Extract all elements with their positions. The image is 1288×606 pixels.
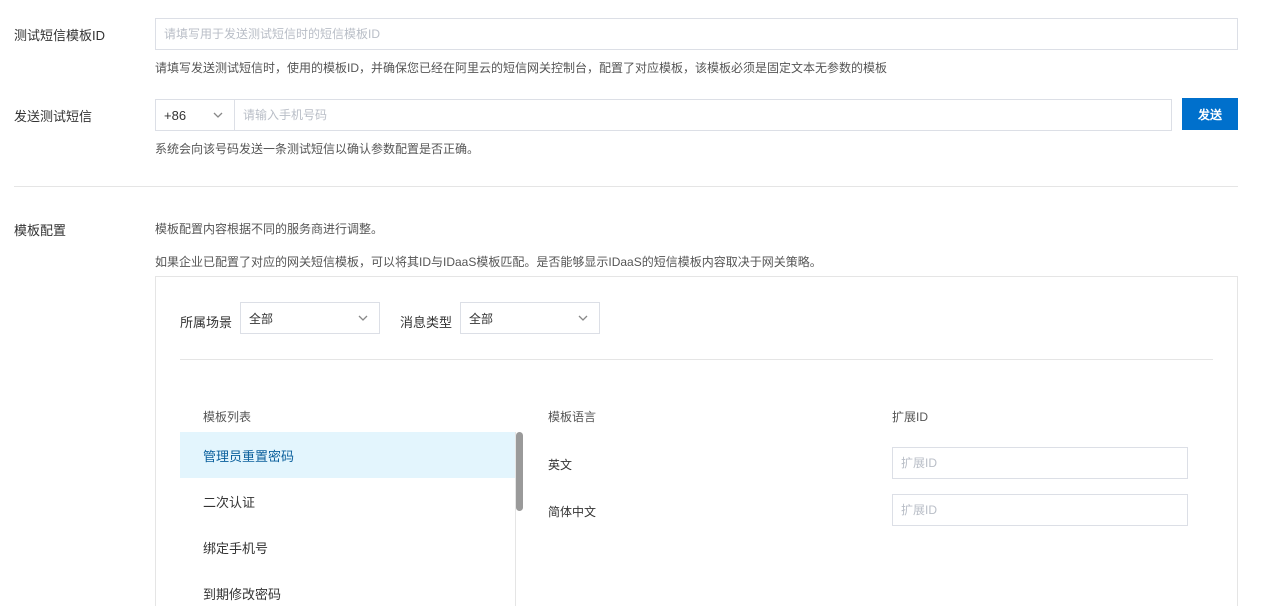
ext-id-header: 扩展ID: [892, 410, 929, 424]
template-config-desc-2: 如果企业已配置了对应的网关短信模板，可以将其ID与IDaaS模板匹配。是否能够显…: [155, 255, 822, 269]
template-config-label: 模板配置: [14, 223, 67, 238]
template-config-desc-1: 模板配置内容根据不同的服务商进行调整。: [155, 222, 384, 236]
ext-id-input-chinese[interactable]: [892, 494, 1188, 526]
chevron-down-icon: [357, 312, 369, 324]
test-template-id-input[interactable]: [155, 18, 1238, 50]
phone-number-input[interactable]: [234, 99, 1172, 131]
scene-filter-label: 所属场景: [180, 315, 233, 330]
list-item-label: 管理员重置密码: [203, 448, 295, 464]
type-filter-select[interactable]: 全部: [460, 302, 600, 334]
list-scrollbar[interactable]: [516, 432, 523, 511]
send-test-help: 系统会向该号码发送一条测试短信以确认参数配置是否正确。: [155, 142, 480, 156]
template-item-admin-reset-password[interactable]: 管理员重置密码: [180, 432, 516, 478]
country-code-value: +86: [164, 107, 187, 123]
template-item-bind-phone[interactable]: 绑定手机号: [180, 524, 516, 570]
template-language-header: 模板语言: [548, 410, 597, 424]
section-divider: [14, 186, 1238, 187]
template-item-expire-change-password[interactable]: 到期修改密码: [180, 570, 516, 606]
filter-divider: [180, 359, 1213, 360]
type-filter-label: 消息类型: [400, 315, 453, 330]
template-list-header: 模板列表: [203, 410, 252, 424]
list-item-label: 二次认证: [203, 494, 256, 510]
country-code-select[interactable]: +86: [155, 99, 235, 131]
language-chinese-label: 简体中文: [548, 505, 597, 519]
test-template-label: 测试短信模板ID: [14, 28, 106, 43]
type-filter-value: 全部: [469, 311, 494, 326]
chevron-down-icon: [577, 312, 589, 324]
scene-filter-value: 全部: [249, 311, 274, 326]
list-item-label: 到期修改密码: [203, 586, 282, 602]
list-item-label: 绑定手机号: [203, 540, 269, 556]
send-test-label: 发送测试短信: [14, 109, 93, 124]
scene-filter-select[interactable]: 全部: [240, 302, 380, 334]
send-button[interactable]: 发送: [1182, 98, 1238, 130]
ext-id-input-english[interactable]: [892, 447, 1188, 479]
template-item-2fa[interactable]: 二次认证: [180, 478, 516, 524]
test-template-help: 请填写发送测试短信时，使用的模板ID，并确保您已经在阿里云的短信网关控制台，配置…: [155, 61, 888, 75]
chevron-down-icon: [212, 109, 224, 121]
language-english-label: 英文: [548, 458, 573, 472]
